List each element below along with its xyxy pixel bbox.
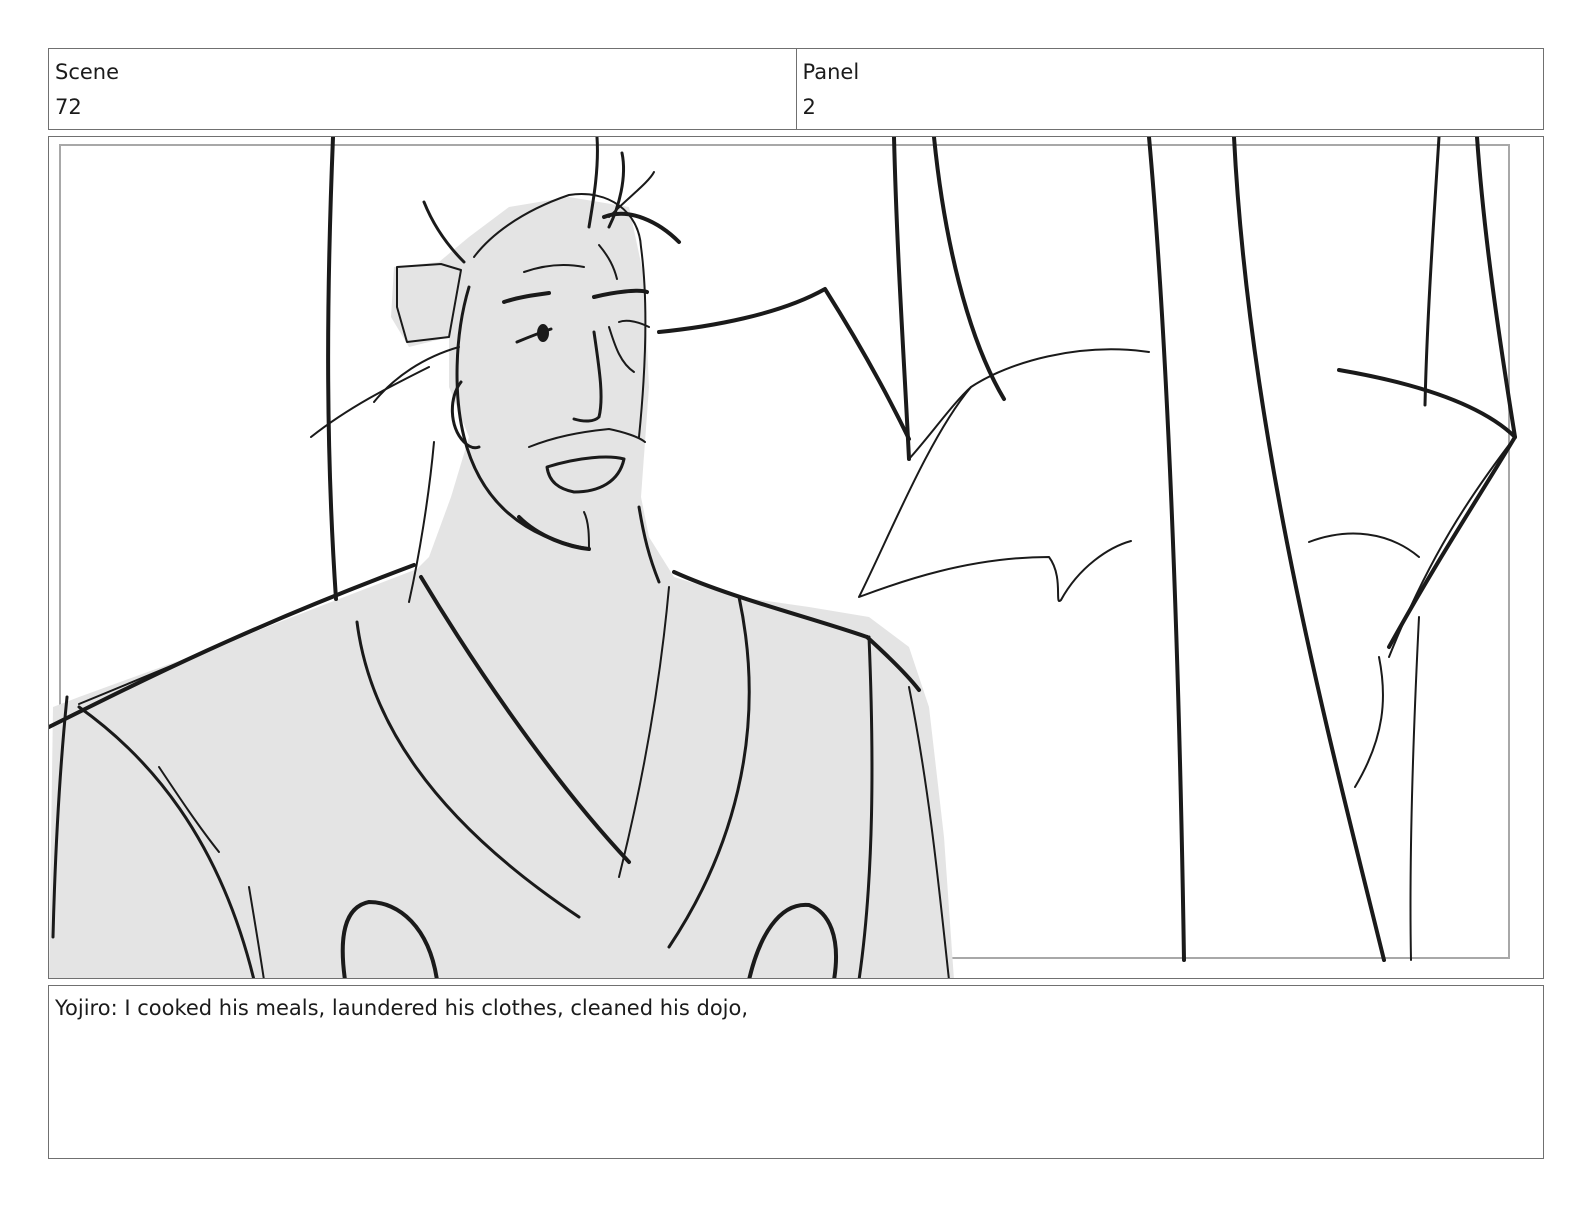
cloth-line xyxy=(908,348,1150,460)
storyboard-sketch xyxy=(49,137,1517,978)
cloth-line xyxy=(657,287,911,441)
scene-label: Scene xyxy=(55,60,120,84)
panel-header: Scene 72 Panel 2 xyxy=(48,48,1544,130)
pillar-line xyxy=(1423,137,1441,407)
pillar-line xyxy=(932,137,1006,401)
pillar-line xyxy=(1147,137,1186,962)
pillar-line xyxy=(1409,616,1420,961)
dialogue-box: Yojiro: I cooked his meals, laundered hi… xyxy=(48,985,1544,1159)
character-tone xyxy=(49,197,954,978)
cloth-line xyxy=(1337,368,1517,649)
cloth-line xyxy=(1308,532,1420,558)
pillar-line xyxy=(1232,137,1386,962)
scene-number: 72 xyxy=(55,95,82,119)
dialogue-text: Yojiro: I cooked his meals, laundered hi… xyxy=(55,996,749,1020)
pillar-line xyxy=(326,137,338,601)
pillar-line xyxy=(1354,656,1384,788)
back-of-hair xyxy=(373,346,460,403)
panel-label: Panel xyxy=(802,60,860,84)
panel-number: 2 xyxy=(802,95,816,119)
storyboard-frame xyxy=(48,136,1544,979)
scene-cell: Scene 72 xyxy=(49,49,796,129)
hair-strand xyxy=(608,171,655,218)
panel-cell: Panel 2 xyxy=(795,49,1544,129)
